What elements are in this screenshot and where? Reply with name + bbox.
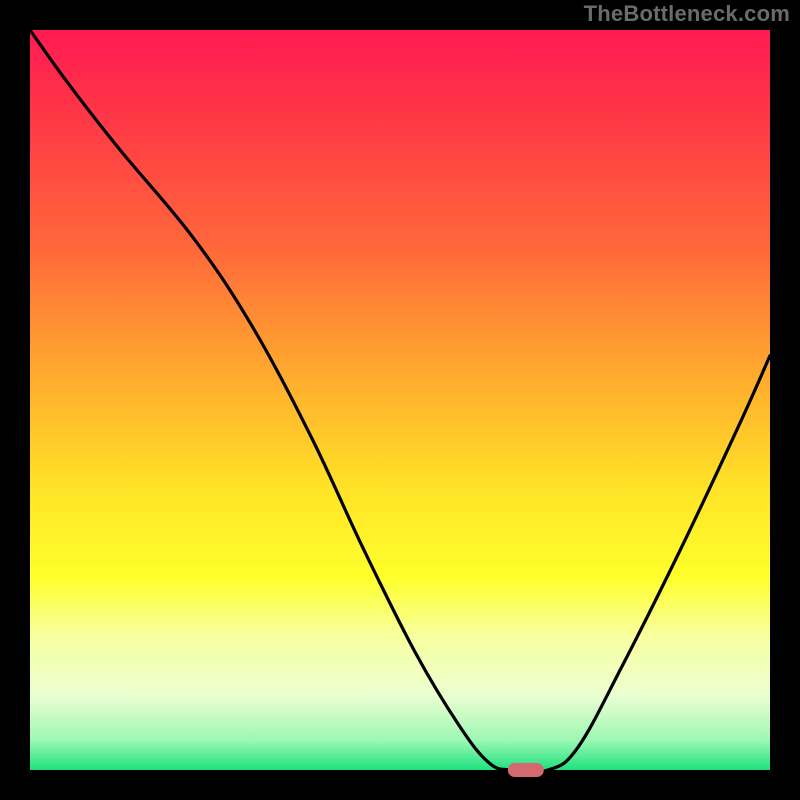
- attribution-text: TheBottleneck.com: [584, 1, 790, 27]
- plot-gradient: [30, 30, 770, 770]
- optimal-marker: [508, 763, 544, 777]
- chart-frame: TheBottleneck.com: [0, 0, 800, 800]
- bottleneck-chart: [0, 0, 800, 800]
